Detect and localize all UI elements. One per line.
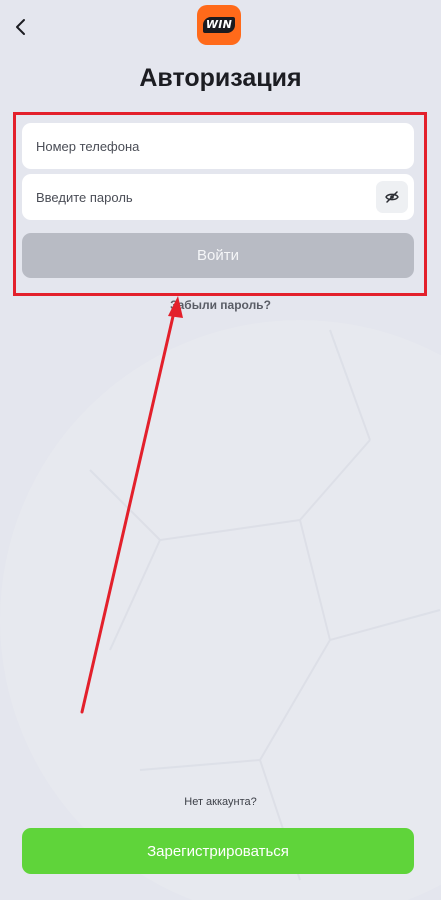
register-button-label: Зарегистрироваться xyxy=(147,842,289,860)
phone-input[interactable] xyxy=(22,123,414,169)
logo-text: WIN xyxy=(203,17,235,33)
password-visibility-toggle[interactable] xyxy=(376,181,408,213)
chevron-left-icon xyxy=(16,19,25,35)
login-button[interactable]: Войти xyxy=(22,233,414,278)
back-button[interactable] xyxy=(6,12,36,42)
app-logo: WIN xyxy=(197,5,241,45)
eye-off-icon xyxy=(385,191,399,203)
login-button-label: Войти xyxy=(197,247,239,264)
password-input[interactable] xyxy=(22,174,414,220)
register-button[interactable]: Зарегистрироваться xyxy=(22,828,414,874)
forgot-password-link[interactable]: Забыли пароль? xyxy=(0,298,441,312)
no-account-text: Нет аккаунта? xyxy=(184,796,257,808)
page-title: Авторизация xyxy=(139,64,302,92)
